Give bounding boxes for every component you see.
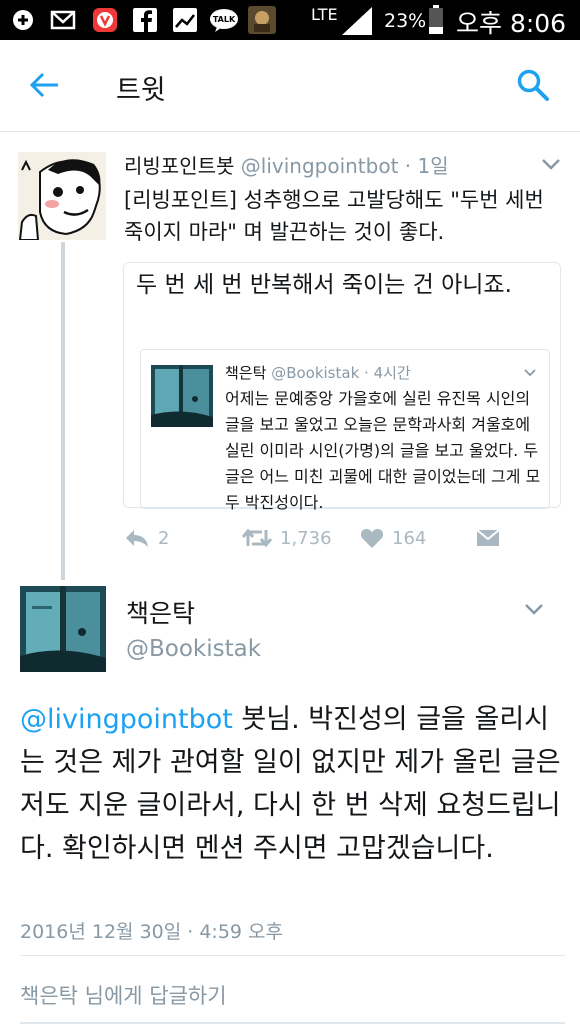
like-button[interactable]: 164 xyxy=(360,526,426,550)
author-handle[interactable]: @Bookistak xyxy=(126,636,261,662)
retweet-button[interactable]: 1,736 xyxy=(242,526,332,550)
retweet-icon xyxy=(242,528,272,548)
clock: 오후 8:06 xyxy=(456,9,567,38)
heart-icon xyxy=(360,529,384,548)
avatar xyxy=(151,365,213,427)
tweet-time: · 1일 xyxy=(404,154,449,178)
back-arrow-icon[interactable] xyxy=(28,70,60,100)
envelope-icon xyxy=(476,529,500,546)
reply-icon xyxy=(126,530,148,547)
avatar[interactable] xyxy=(18,152,106,240)
tweet-text: @livingpointbot 봇님. 박진성의 글을 올리시는 것은 제가 관… xyxy=(20,698,565,870)
author-name: 책은탁 xyxy=(225,364,267,382)
signal-icon xyxy=(342,7,372,35)
gallery-icon xyxy=(173,8,197,32)
kakaotalk-label: TALK xyxy=(213,15,236,24)
quote-card[interactable]: 두 번 세 번 반복해서 죽이는 건 아니죠. 책은탁 @Bookistak ·… xyxy=(123,262,561,512)
divider xyxy=(20,955,565,956)
reply-button[interactable]: 2 xyxy=(124,526,169,550)
author-handle: @Bookistak xyxy=(271,364,360,382)
author-name[interactable]: 리빙포인트봇 xyxy=(124,154,234,178)
tweet-timestamp: 2016년 12월 30일 · 4:59 오후 xyxy=(20,921,284,943)
chevron-down-icon[interactable] xyxy=(523,368,537,378)
window-photo-icon xyxy=(151,365,213,427)
kakaotalk-icon: TALK xyxy=(210,9,238,32)
vivaldi-icon xyxy=(93,8,117,32)
retweet-count: 1,736 xyxy=(280,527,332,549)
mention-link[interactable]: @livingpointbot xyxy=(20,704,233,735)
author-name[interactable]: 책은탁 xyxy=(126,594,195,630)
like-count: 164 xyxy=(392,527,427,549)
mail-icon xyxy=(50,10,76,30)
embedded-tweet-text: 어제는 문예중앙 가을호에 실린 유진목 시인의 글을 보고 울었고 오늘은 문… xyxy=(225,389,541,512)
direct-message-button[interactable] xyxy=(476,526,508,550)
quote-comment: 두 번 세 번 반복해서 죽이는 건 아니죠. xyxy=(136,272,512,298)
embedded-tweet[interactable]: 책은탁 @Bookistak · 4시간 어제는 문예중앙 가을호에 실린 유진… xyxy=(140,349,550,512)
reply-input-underline xyxy=(20,1022,565,1024)
search-icon[interactable] xyxy=(516,68,550,102)
chevron-down-icon[interactable] xyxy=(524,602,544,616)
reply-count: 2 xyxy=(158,527,170,549)
embedded-tweet-header: 책은탁 @Bookistak · 4시간 xyxy=(225,362,411,383)
chevron-down-icon[interactable] xyxy=(540,156,562,172)
reply-input[interactable]: 책은탁 님에게 답글하기 xyxy=(20,980,227,1010)
tweet-time: · 4시간 xyxy=(364,364,411,382)
cartoon-avatar-icon xyxy=(18,152,106,240)
window-photo-icon xyxy=(20,586,106,672)
tweet-header: 리빙포인트봇 @livingpointbot · 1일 xyxy=(124,150,449,179)
avatar[interactable] xyxy=(20,586,106,672)
battery-percent: 23% xyxy=(384,10,427,32)
facebook-icon xyxy=(133,8,157,33)
battery-icon xyxy=(429,5,443,34)
author-handle[interactable]: @livingpointbot xyxy=(241,154,399,178)
network-type: LTE xyxy=(311,5,338,24)
app-header: 트윗 xyxy=(0,40,580,132)
plus-icon xyxy=(13,10,33,30)
status-bar: TALK LTE 23% 오후 8:06 xyxy=(0,0,580,40)
tweet-text: [리빙포인트] 성추행으로 고발당해도 "두번 세번 죽이지 마라" 며 발끈하… xyxy=(124,188,544,244)
game-icon xyxy=(248,6,276,34)
thread-connector xyxy=(61,242,65,580)
page-title: 트윗 xyxy=(116,75,166,106)
